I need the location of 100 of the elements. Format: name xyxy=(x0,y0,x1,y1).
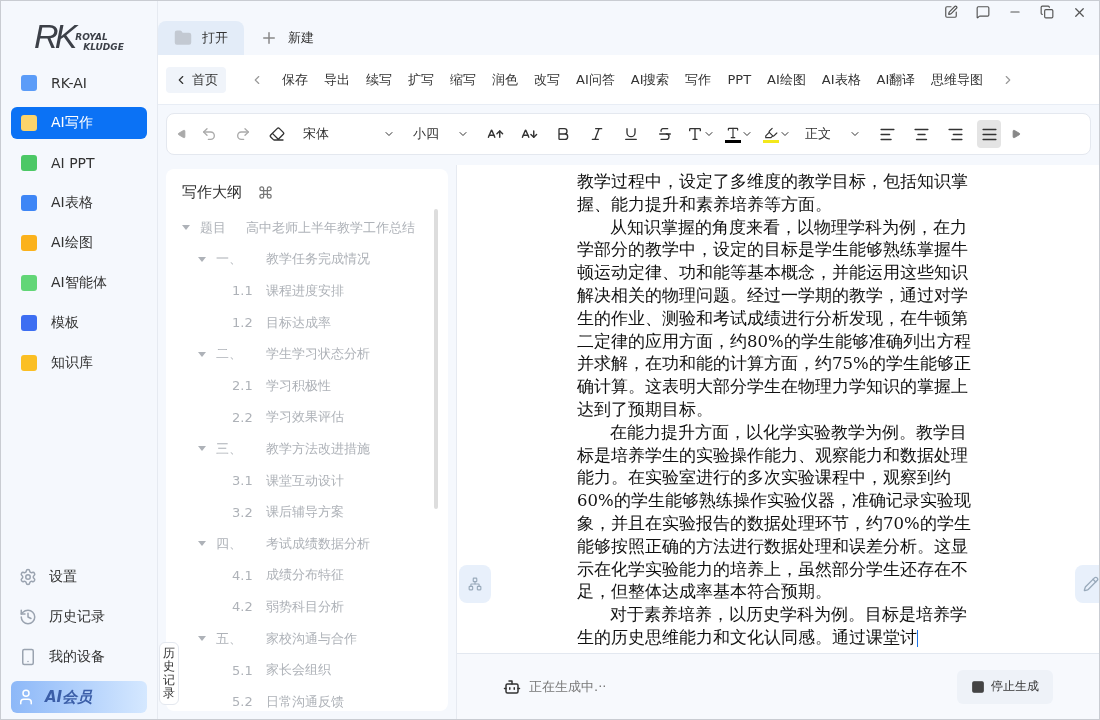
nav-item[interactable]: 我的设备 xyxy=(11,641,147,673)
style-dropdown[interactable]: 正文 xyxy=(801,125,865,143)
outline-heading: 课程进度安排 xyxy=(266,282,344,300)
command-icon[interactable] xyxy=(258,185,273,200)
nav-item[interactable]: AI写作 xyxy=(11,107,147,139)
outline-number: 4.1 xyxy=(232,567,254,583)
plus-icon xyxy=(260,29,278,47)
ribbon-button[interactable]: 导出 xyxy=(316,66,358,93)
ribbon-button[interactable]: AI问答 xyxy=(568,66,623,93)
document-paragraph: 在能力提升方面，以化学实验教学为例。教学目标是培养学生的实验操作能力、观察能力和数据处理能力。在实验室进行的多次实验课程中，观察到约60%的学生能够熟练操作实验仪器，准确记录实验现象，并且在实验报告的数据处理环节，约70%的学生能够按照正确的方法进行数据处理和误差分析。这显示在化学实验能力的培养上，虽然部分学生还存在不足，但整体达成率基本符合预期。 xyxy=(577,421,972,604)
outline-heading: 高中老师上半年教学工作总结 xyxy=(246,218,415,237)
redo-icon xyxy=(235,126,251,142)
outline-title: 写作大纲 xyxy=(182,183,242,202)
stop-button[interactable]: 停止生成 xyxy=(957,669,1053,704)
outline-number: 5.2 xyxy=(232,694,254,710)
outline-number: 2.2 xyxy=(232,409,254,425)
outline-heading: 课后辅导方案 xyxy=(266,503,344,522)
history-tab[interactable]: 历史记录 xyxy=(159,642,179,705)
ribbon-button[interactable]: AI表格 xyxy=(813,66,869,93)
comment-icon[interactable] xyxy=(976,5,990,19)
outline-heading: 教学方法改进措施 xyxy=(266,439,370,458)
ribbon-button[interactable]: 写作 xyxy=(677,66,720,93)
restore-icon[interactable] xyxy=(1040,5,1054,19)
size-dropdown[interactable]: 小四 xyxy=(409,125,473,143)
outline-number: 1.1 xyxy=(232,283,254,299)
ribbon-button[interactable]: 扩写 xyxy=(400,66,442,93)
outline-heading: 学生学习状态分析 xyxy=(266,345,370,364)
font-dropdown[interactable]: 宋体 xyxy=(299,125,399,143)
file-tab[interactable]: 新建 xyxy=(244,21,330,55)
undo-icon xyxy=(201,126,217,142)
generating-status: 正在生成中.·· xyxy=(529,677,607,696)
ribbon-button[interactable]: PPT xyxy=(719,66,760,93)
outline-heading: 考试成绩数据分析 xyxy=(266,534,370,553)
nav-item[interactable]: RK-AI xyxy=(11,67,147,99)
outline-heading: 日常沟通反馈 xyxy=(266,692,344,711)
ribbon-button[interactable]: AI绘图 xyxy=(759,66,814,93)
outline-number: 3.2 xyxy=(232,504,254,520)
outline-heading: 家长会组织 xyxy=(266,661,331,680)
member-button[interactable]: AI会员 xyxy=(11,681,147,713)
settings-icon xyxy=(19,568,37,586)
outline-heading: 目标达成率 xyxy=(266,313,331,332)
text-effect-icon xyxy=(687,126,703,142)
outline-number: 三、 xyxy=(216,439,243,458)
user-icon xyxy=(17,688,35,706)
scroll-right-icon[interactable] xyxy=(1011,129,1021,139)
nav-item[interactable]: AI表格 xyxy=(11,187,147,219)
file-tab[interactable]: 打开 xyxy=(158,21,244,55)
nav-item[interactable]: AI PPT xyxy=(11,147,147,179)
pencil-icon xyxy=(1083,576,1099,592)
nav-item[interactable]: AI绘图 xyxy=(11,227,147,259)
outline-number: 5.1 xyxy=(232,662,254,678)
history-icon xyxy=(19,608,37,626)
stop-icon xyxy=(971,679,985,694)
outline-heading: 成绩分布特征 xyxy=(266,566,344,585)
nav-item[interactable]: 历史记录 xyxy=(11,601,147,633)
highlighter-icon xyxy=(763,125,779,143)
scrollbar[interactable] xyxy=(434,209,438,509)
align-button[interactable] xyxy=(977,120,1001,148)
outline-heading: 弱势科目分析 xyxy=(266,597,344,616)
ribbon-button[interactable]: 改写 xyxy=(526,66,568,93)
ribbon-button[interactable]: AI搜索 xyxy=(622,66,678,93)
ribbon-button[interactable]: 润色 xyxy=(484,66,526,93)
tree-icon xyxy=(468,577,482,591)
strikethrough-icon xyxy=(657,126,673,142)
outline-heading: 家校沟通与合作 xyxy=(266,629,357,648)
outline-heading: 学习积极性 xyxy=(266,376,331,395)
ribbon-button[interactable]: 思维导图 xyxy=(923,66,992,93)
font-color-icon xyxy=(725,125,741,143)
ribbon-button[interactable]: 缩写 xyxy=(442,66,484,93)
outline-heading: 教学任务完成情况 xyxy=(266,250,370,269)
document-paragraph: 教学过程中，设定了多维度的教学目标，包括知识掌握、能力提升和素养培养等方面。 xyxy=(577,171,969,216)
outline-number: 1.2 xyxy=(232,315,254,331)
folder-icon xyxy=(174,29,192,47)
ribbon-button[interactable]: 保存 xyxy=(274,66,316,93)
italic-icon xyxy=(589,126,605,142)
edit-icon[interactable] xyxy=(944,5,958,19)
outline-number: 五、 xyxy=(216,629,243,648)
nav-item[interactable]: AI智能体 xyxy=(11,267,147,299)
document-paragraph: 从知识掌握的角度来看，以物理学科为例，在力学部分的教学中，设定的目标是学生能够熟练掌握牛顿运动定律、功和能等基本概念，并能运用这些知识解决相关的物理问题。经过一学期的教学，通过对学生的作业、测验和考试成绩进行分析发现，在牛顿第二定律的应用方面，约80%的学生能够准确列出方程并求解，在功和能的计算方面，约75%的学生能够正确计算。这表明大部分学生在物理力学知识的掌握上达到了预期目标。 xyxy=(577,216,972,421)
close-icon[interactable] xyxy=(1072,5,1087,20)
robot-icon xyxy=(503,677,521,696)
nav-item[interactable]: 设置 xyxy=(11,561,147,593)
nav-item[interactable]: 模板 xyxy=(11,307,147,339)
outline-toggle-button[interactable] xyxy=(459,565,491,603)
outline-number: 二、 xyxy=(216,345,243,364)
bold-icon xyxy=(555,126,571,142)
nav-item[interactable]: 知识库 xyxy=(11,347,147,379)
outline-heading: 课堂互动设计 xyxy=(266,471,344,490)
outline-number: 2.1 xyxy=(232,378,254,394)
outline-number: 题目 xyxy=(200,218,227,237)
ribbon-button[interactable]: AI翻译 xyxy=(868,66,924,93)
outline-number: 四、 xyxy=(216,534,243,553)
ribbon-button[interactable]: 续写 xyxy=(358,66,400,93)
outline-heading: 学习效果评估 xyxy=(266,408,344,427)
phone-icon xyxy=(19,648,37,666)
eraser-icon xyxy=(269,126,285,142)
outline-number: 4.2 xyxy=(232,599,254,615)
home-button[interactable]: 首页 xyxy=(166,66,226,93)
document-paragraph: 对于素养培养，以历史学科为例。目标是培养学生的历史思维能力和文化认同感。通过课堂讨 xyxy=(577,604,968,649)
underline-icon xyxy=(623,126,639,142)
